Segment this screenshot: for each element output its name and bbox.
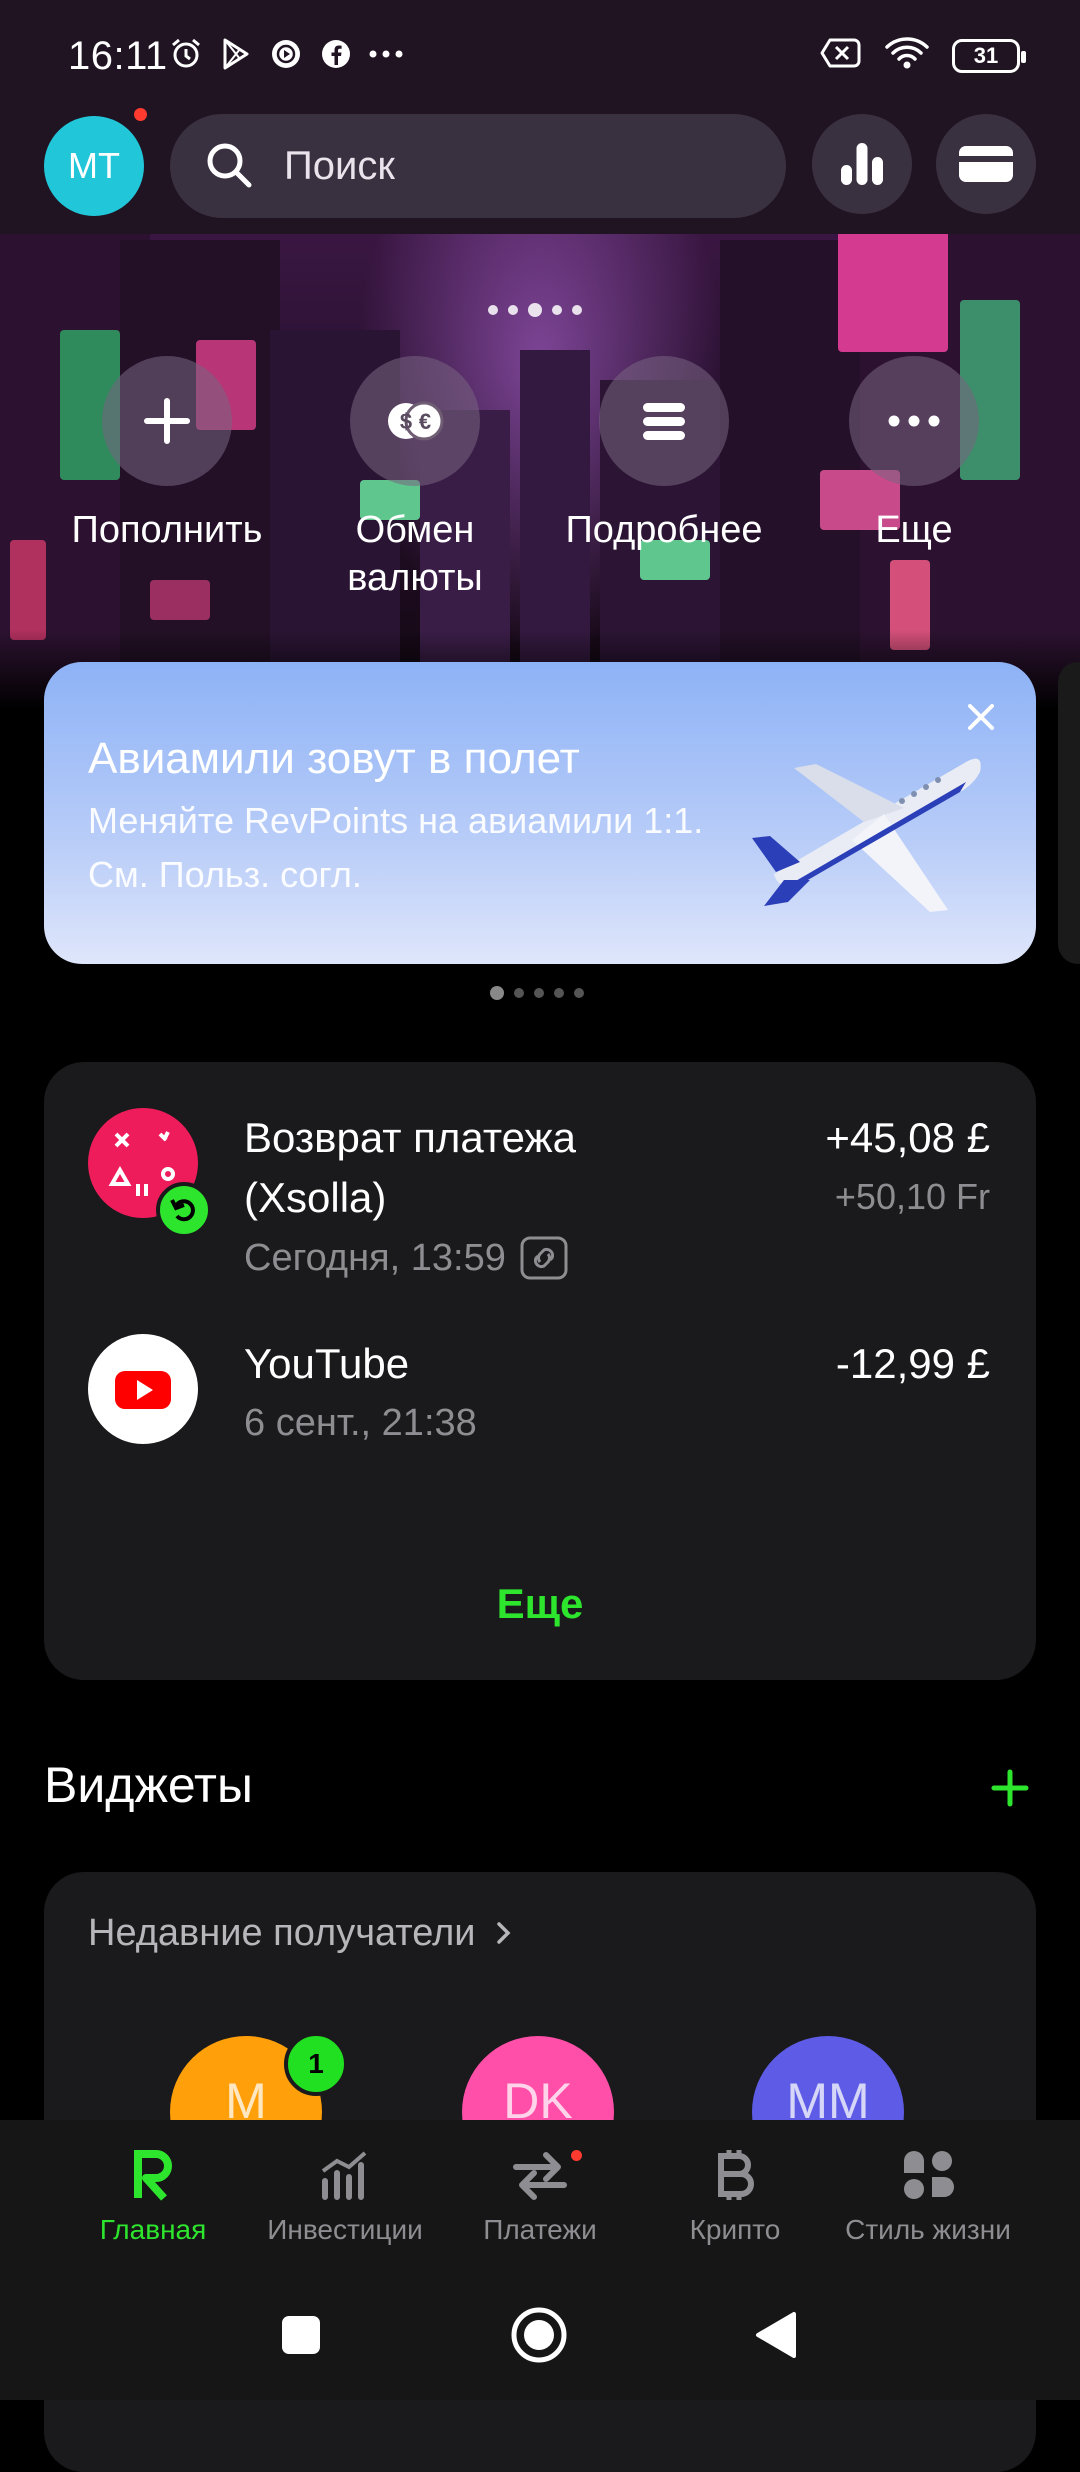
status-bar: 16:11 31: [0, 0, 1080, 120]
tab-crypto-label: Крипто: [689, 2214, 781, 2245]
exchange-action[interactable]: $ € Обмен валюты: [305, 356, 525, 602]
tab-investments[interactable]: Инвестиции: [240, 2144, 450, 2246]
account-pager-dots: [488, 303, 582, 317]
transaction-amount-secondary: +50,10 Fr: [834, 1176, 990, 1217]
transfer-arrows-icon: [513, 2152, 567, 2200]
exchange-label: Обмен валюты: [347, 509, 483, 599]
transaction-amount: +45,08 £: [825, 1114, 990, 1161]
revolut-logo-icon: [134, 2150, 172, 2201]
tab-lifestyle[interactable]: Стиль жизни: [822, 2144, 1034, 2246]
widgets-title: Виджеты: [44, 1757, 253, 1813]
system-navigation-bar: [0, 2260, 1080, 2400]
tab-lifestyle-label: Стиль жизни: [845, 2214, 1011, 2245]
transaction-date-text: Сегодня, 13:59: [244, 1236, 506, 1279]
wifi-icon: [884, 36, 930, 75]
tab-payments[interactable]: Платежи: [435, 2144, 645, 2246]
svg-text:$: $: [400, 409, 412, 434]
transaction-row[interactable]: Возврат платежа (Xsolla) Сегодня, 13:59 …: [44, 1062, 1036, 1302]
transaction-name: YouTube: [244, 1340, 410, 1387]
transaction-date: Сегодня, 13:59: [244, 1236, 568, 1280]
notification-dot: [571, 2150, 582, 2161]
tab-payments-label: Платежи: [483, 2214, 597, 2245]
refund-icon: [156, 1182, 212, 1238]
top-header: MT Поиск: [0, 108, 1080, 234]
youtube-logo: [88, 1334, 198, 1444]
recent-recipients-header[interactable]: Недавние получатели: [88, 1912, 514, 1955]
add-widget-icon[interactable]: [990, 1768, 1030, 1808]
recent-recipients-title: Недавние получатели: [88, 1912, 476, 1954]
svg-text:€: €: [419, 409, 431, 434]
promo-pager-dots: [490, 986, 584, 1000]
bottom-tab-bar: Главная Инвестиции Платежи Крипто Стиль …: [0, 2120, 1080, 2260]
top-up-label: Пополнить: [71, 509, 263, 551]
currency-exchange-icon: $ €: [388, 401, 444, 441]
more-notifications-icon: [368, 36, 404, 72]
status-time: 16:11: [68, 34, 168, 78]
analytics-button[interactable]: [812, 114, 912, 214]
recipient-badge: 1: [284, 2032, 348, 2096]
tab-home-label: Главная: [99, 2214, 207, 2245]
bitcoin-icon: [718, 2150, 754, 2200]
airplane-illustration: [752, 758, 981, 912]
link-icon: [520, 1236, 568, 1280]
more-action[interactable]: Еще: [804, 356, 1024, 554]
cards-button[interactable]: [936, 114, 1036, 214]
home-icon[interactable]: [510, 2306, 568, 2364]
more-button[interactable]: [849, 356, 979, 486]
lifestyle-icon: [904, 2151, 954, 2199]
recent-apps-icon[interactable]: [280, 2314, 322, 2356]
top-up-button[interactable]: [102, 356, 232, 486]
transactions-more-link[interactable]: Еще: [44, 1580, 1036, 1628]
no-sim-icon: [820, 37, 862, 74]
notification-dot: [134, 108, 147, 121]
battery-indicator: 31: [952, 38, 1026, 73]
promo-banner[interactable]: Авиамили зовут в полет Меняйте RevPoints…: [44, 662, 1036, 964]
top-up-action[interactable]: Пополнить: [57, 356, 277, 554]
profile-avatar[interactable]: MT: [44, 116, 144, 216]
transaction-name: Возврат платежа (Xsolla): [244, 1114, 576, 1221]
transactions-card: Возврат платежа (Xsolla) Сегодня, 13:59 …: [44, 1062, 1036, 1680]
alarm-icon: [168, 36, 204, 72]
play-store-icon: [218, 36, 254, 72]
transaction-amount: -12,99 £: [835, 1340, 990, 1387]
promo-subtitle: Меняйте RevPoints на авиамили 1:1. См. П…: [88, 800, 704, 895]
bar-chart-icon: [841, 143, 883, 185]
tab-investments-label: Инвестиции: [267, 2214, 423, 2245]
card-icon: [959, 146, 1013, 182]
plus-icon: [144, 398, 190, 444]
exchange-button[interactable]: $ €: [350, 356, 480, 486]
tab-home[interactable]: Главная: [48, 2144, 258, 2246]
transaction-date: 6 сент., 21:38: [244, 1402, 477, 1444]
tab-crypto[interactable]: Крипто: [630, 2144, 840, 2246]
details-button[interactable]: [599, 356, 729, 486]
media-play-icon: [268, 36, 304, 72]
search-icon: [207, 143, 252, 188]
next-promo-card[interactable]: [1058, 662, 1080, 964]
back-icon[interactable]: [754, 2310, 798, 2360]
more-label: Еще: [875, 509, 953, 551]
search-bar[interactable]: Поиск: [170, 114, 786, 218]
details-list-icon: [643, 403, 685, 440]
facebook-icon: [318, 36, 354, 72]
details-label: Подробнее: [565, 509, 763, 551]
investments-icon: [321, 2151, 367, 2200]
details-action[interactable]: Подробнее: [554, 356, 774, 554]
more-dots-icon: [888, 415, 940, 427]
transaction-row[interactable]: YouTube 6 сент., 21:38 -12,99 £: [44, 1322, 1036, 1482]
chevron-right-icon: [497, 1922, 511, 1944]
search-placeholder: Поиск: [284, 143, 395, 188]
promo-title: Авиамили зовут в полет: [88, 734, 580, 783]
